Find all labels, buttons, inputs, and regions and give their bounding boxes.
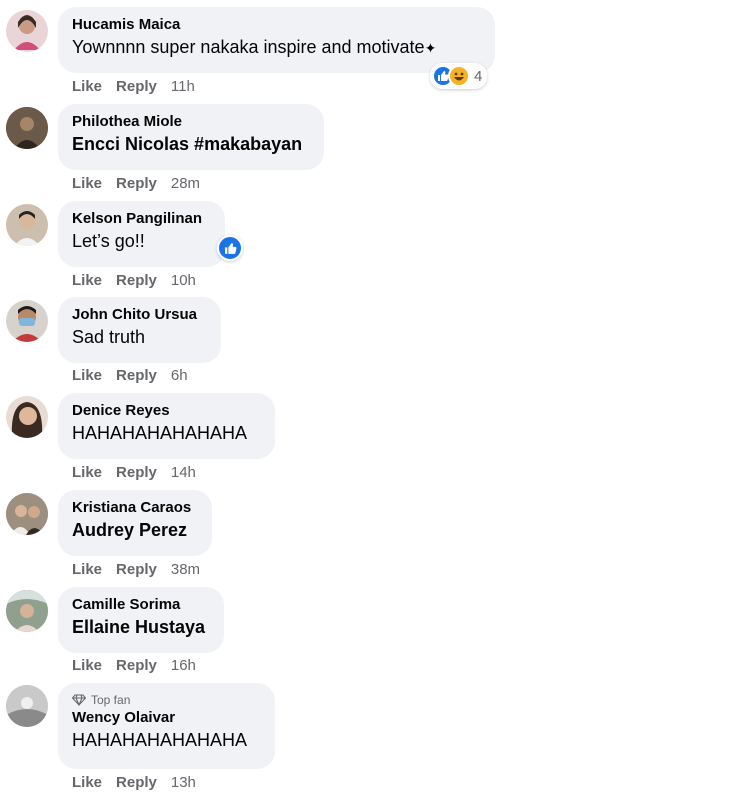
comment-actions: Like Reply 6h <box>72 367 188 384</box>
comment-text: HAHAHAHAHAHAHA <box>72 423 248 443</box>
comment-actions: Like Reply 16h <box>72 657 196 674</box>
comment-bubble: John Chito Ursua Sad truth <box>58 297 221 363</box>
like-button[interactable]: Like <box>72 367 102 384</box>
comment-timestamp[interactable]: 16h <box>171 657 196 674</box>
comment-author[interactable]: Wency Olaivar <box>72 708 261 728</box>
reply-button[interactable]: Reply <box>116 561 157 578</box>
comment-bubble: Kristiana Caraos Audrey Perez <box>58 490 212 556</box>
reaction-count: 4 <box>474 67 483 85</box>
reply-button[interactable]: Reply <box>116 175 157 192</box>
comment-author[interactable]: Camille Sorima <box>72 595 210 615</box>
reply-button[interactable]: Reply <box>116 78 157 95</box>
like-button[interactable]: Like <box>72 464 102 481</box>
reply-button[interactable]: Reply <box>116 272 157 289</box>
like-button[interactable]: Like <box>72 175 102 192</box>
comment-actions: Like Reply 11h <box>72 78 195 95</box>
avatar[interactable] <box>6 204 48 246</box>
comment-bubble: Top fan Wency Olaivar HAHAHAHAHAHAHA <box>58 683 275 769</box>
comment-author[interactable]: Hucamis Maica <box>72 15 481 35</box>
like-button[interactable]: Like <box>72 774 102 791</box>
comment-timestamp[interactable]: 13h <box>171 774 196 791</box>
like-icon[interactable] <box>217 235 243 261</box>
comment-text: Yownnnn super nakaka inspire and motivat… <box>72 37 437 57</box>
reply-button[interactable]: Reply <box>116 464 157 481</box>
like-button[interactable]: Like <box>72 78 102 95</box>
like-button[interactable]: Like <box>72 561 102 578</box>
comment-timestamp[interactable]: 11h <box>171 78 195 95</box>
comment-author[interactable]: Kelson Pangilinan <box>72 209 211 229</box>
comment-timestamp[interactable]: 14h <box>171 464 196 481</box>
comment-text: HAHAHAHAHAHAHA <box>72 730 248 750</box>
comment-author[interactable]: Kristiana Caraos <box>72 498 198 518</box>
reply-button[interactable]: Reply <box>116 774 157 791</box>
comment-text[interactable]: Ellaine Hustaya <box>72 615 210 639</box>
comment-text[interactable]: Encci Nicolas #makabayan <box>72 132 310 156</box>
avatar[interactable] <box>6 300 48 342</box>
sparkle-emoji-icon: ✦ <box>424 40 437 56</box>
reply-button[interactable]: Reply <box>116 657 157 674</box>
comment-actions: Like Reply 10h <box>72 272 196 289</box>
comment-bubble: Hucamis Maica Yownnnn super nakaka inspi… <box>58 7 495 73</box>
comment-timestamp[interactable]: 6h <box>171 367 188 384</box>
comment-bubble: Camille Sorima Ellaine Hustaya <box>58 587 224 653</box>
reply-button[interactable]: Reply <box>116 367 157 384</box>
comment-bubble: Kelson Pangilinan Let’s go!! <box>58 201 225 267</box>
comment-bubble: Denice Reyes HAHAHAHAHAHAHA <box>58 393 275 459</box>
comment-actions: Like Reply 38m <box>72 561 200 578</box>
comment-author[interactable]: Philothea Miole <box>72 112 310 132</box>
comment-actions: Like Reply 28m <box>72 175 200 192</box>
comment-text: Let’s go!! <box>72 231 145 251</box>
comment-author[interactable]: John Chito Ursua <box>72 305 207 325</box>
comment-actions: Like Reply 14h <box>72 464 196 481</box>
avatar[interactable] <box>6 107 48 149</box>
avatar[interactable] <box>6 493 48 535</box>
avatar[interactable] <box>6 10 48 52</box>
avatar[interactable] <box>6 590 48 632</box>
diamond-icon <box>72 694 86 706</box>
comment-timestamp[interactable]: 10h <box>171 272 196 289</box>
top-fan-badge: Top fan <box>72 692 261 708</box>
avatar[interactable] <box>6 396 48 438</box>
comment-author[interactable]: Denice Reyes <box>72 401 261 421</box>
like-button[interactable]: Like <box>72 657 102 674</box>
avatar[interactable] <box>6 685 48 727</box>
top-fan-label: Top fan <box>91 693 131 707</box>
comment-timestamp[interactable]: 38m <box>171 561 200 578</box>
haha-icon <box>448 65 470 87</box>
comment-timestamp[interactable]: 28m <box>171 175 200 192</box>
reaction-summary[interactable]: 4 <box>430 63 488 89</box>
comment-bubble: Philothea Miole Encci Nicolas #makabayan <box>58 104 324 170</box>
comment-text[interactable]: Audrey Perez <box>72 518 198 542</box>
like-button[interactable]: Like <box>72 272 102 289</box>
comment-text: Sad truth <box>72 327 146 347</box>
comment-actions: Like Reply 13h <box>72 774 196 791</box>
